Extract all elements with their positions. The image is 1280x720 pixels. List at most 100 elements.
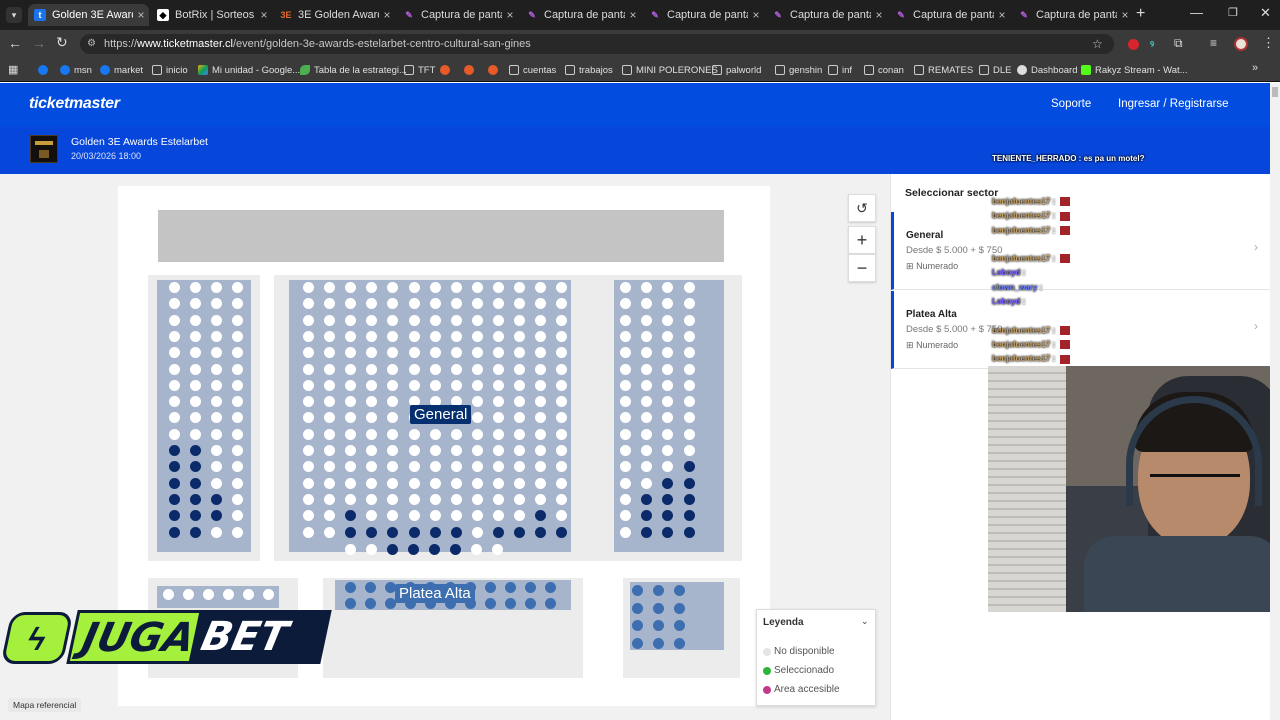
seat[interactable] xyxy=(232,330,243,342)
zoom-out-button[interactable]: − xyxy=(848,254,876,282)
seat[interactable] xyxy=(303,363,314,375)
seat[interactable] xyxy=(211,314,222,326)
seat[interactable] xyxy=(641,526,653,538)
bookmark-10[interactable]: cuentas xyxy=(509,63,556,77)
seat[interactable] xyxy=(492,363,504,375)
seat[interactable] xyxy=(190,379,201,391)
seat[interactable] xyxy=(535,526,547,538)
seat[interactable] xyxy=(641,428,653,440)
bookmark-19[interactable]: Dashboard xyxy=(1017,63,1077,77)
seat[interactable] xyxy=(345,526,357,538)
url-input[interactable]: ⚙ https://www.ticketmaster.cl/event/gold… xyxy=(80,34,1114,54)
seat[interactable] xyxy=(429,493,441,505)
seat[interactable] xyxy=(163,589,174,600)
seat[interactable] xyxy=(683,526,695,538)
seat[interactable] xyxy=(408,544,419,555)
seat[interactable] xyxy=(169,445,180,456)
zoom-in-button[interactable]: + xyxy=(848,226,876,254)
seat[interactable] xyxy=(169,330,180,342)
seat[interactable] xyxy=(471,363,483,375)
seat[interactable] xyxy=(535,428,547,440)
close-tab-icon[interactable]: × xyxy=(379,8,395,22)
seat[interactable] xyxy=(345,477,357,489)
seat[interactable] xyxy=(183,589,194,600)
seat[interactable] xyxy=(641,493,653,505)
seat[interactable] xyxy=(662,526,674,538)
seat[interactable] xyxy=(232,477,243,489)
close-tab-icon[interactable]: × xyxy=(502,8,518,22)
seat[interactable] xyxy=(492,314,504,326)
seat[interactable] xyxy=(514,477,525,489)
seat[interactable] xyxy=(408,493,420,505)
bookmark-star-icon[interactable]: ☆ xyxy=(1092,34,1103,54)
seat[interactable] xyxy=(429,477,441,489)
seat[interactable] xyxy=(450,526,462,538)
bookmark-13[interactable]: palworld xyxy=(712,63,761,77)
seat[interactable] xyxy=(450,330,462,342)
seat[interactable] xyxy=(632,637,643,649)
tab-1[interactable]: ◆ BotRix | Sorteos × xyxy=(151,4,272,26)
seat[interactable] xyxy=(450,298,462,310)
seat[interactable] xyxy=(556,330,568,342)
seat[interactable] xyxy=(471,396,483,408)
seat[interactable] xyxy=(169,428,180,440)
seat[interactable] xyxy=(653,585,664,596)
bookmark-4[interactable]: Mi unidad - Google... xyxy=(198,63,300,77)
seat-section-3[interactable] xyxy=(157,586,279,608)
seat[interactable] xyxy=(190,314,201,326)
seat[interactable] xyxy=(387,363,399,375)
seat[interactable] xyxy=(674,620,685,631)
seat[interactable] xyxy=(387,314,399,326)
reset-view-icon[interactable]: ↺ xyxy=(848,194,876,222)
ticketmaster-logo[interactable]: ticketmaster xyxy=(29,95,120,113)
seat[interactable] xyxy=(485,598,496,609)
bookmark-7[interactable] xyxy=(440,63,454,77)
seat[interactable] xyxy=(324,493,336,505)
seat[interactable] xyxy=(505,598,516,609)
seat[interactable] xyxy=(429,445,441,456)
seat[interactable] xyxy=(303,493,314,505)
seat[interactable] xyxy=(450,314,462,326)
seat[interactable] xyxy=(683,298,695,310)
seat[interactable] xyxy=(211,379,222,391)
seat[interactable] xyxy=(345,330,357,342)
seat[interactable] xyxy=(620,526,631,538)
seat[interactable] xyxy=(514,493,525,505)
seat[interactable] xyxy=(450,379,462,391)
seat[interactable] xyxy=(653,602,664,614)
seat[interactable] xyxy=(683,379,695,391)
seat[interactable] xyxy=(366,477,378,489)
seat[interactable] xyxy=(556,477,568,489)
seat[interactable] xyxy=(514,314,525,326)
seat[interactable] xyxy=(471,510,483,522)
seat[interactable] xyxy=(620,379,631,391)
bookmark-15[interactable]: inf xyxy=(828,63,852,77)
seat[interactable] xyxy=(485,582,496,593)
seat[interactable] xyxy=(492,428,504,440)
seat[interactable] xyxy=(674,602,685,614)
seat[interactable] xyxy=(492,477,504,489)
seat[interactable] xyxy=(653,620,664,631)
tab-6[interactable]: ✎ Captura de pantalla× xyxy=(766,4,887,26)
seat[interactable] xyxy=(471,282,483,293)
tab-2[interactable]: 3E 3E Golden Awards 20× xyxy=(274,4,395,26)
tab-5[interactable]: ✎ Captura de pantalla× xyxy=(643,4,764,26)
seat[interactable] xyxy=(535,314,547,326)
seat[interactable] xyxy=(429,347,441,359)
seat[interactable] xyxy=(683,461,695,473)
seat[interactable] xyxy=(492,445,504,456)
seat[interactable] xyxy=(366,526,378,538)
seat[interactable] xyxy=(514,428,525,440)
seat[interactable] xyxy=(535,330,547,342)
seat[interactable] xyxy=(641,330,653,342)
seat[interactable] xyxy=(169,477,180,489)
tab-8[interactable]: ✎ Captura de pantalla× xyxy=(1012,4,1133,26)
seat[interactable] xyxy=(683,428,695,440)
legend-title[interactable]: Leyenda xyxy=(763,617,804,628)
bookmark-2[interactable]: market xyxy=(100,63,143,77)
seat[interactable] xyxy=(263,589,274,600)
seat[interactable] xyxy=(345,428,357,440)
seat[interactable] xyxy=(303,330,314,342)
apps-grid-icon[interactable]: ▦ xyxy=(8,63,18,76)
seat[interactable] xyxy=(232,493,243,505)
